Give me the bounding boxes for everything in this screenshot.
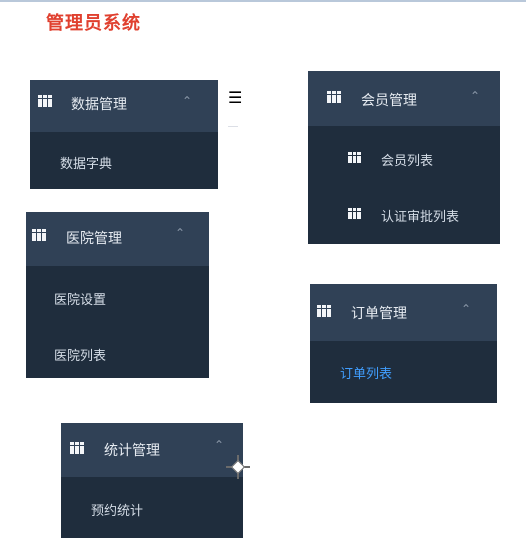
top-border xyxy=(0,0,526,2)
submenu-title-label: 统计管理 xyxy=(104,443,160,459)
panel-order-management: 订单管理 ⌃ 订单列表 xyxy=(310,284,497,403)
panel-data-management: 数据管理 ⌃ 数据字典 xyxy=(30,80,218,189)
chevron-up-icon: ⌃ xyxy=(175,226,186,240)
submenu-title-order-management[interactable]: 订单管理 ⌃ xyxy=(310,284,497,341)
submenu-title-statistics-management[interactable]: 统计管理 ⌃ xyxy=(61,423,243,477)
menu-item-verification-approval-list[interactable]: 认证审批列表 xyxy=(381,206,459,225)
submenu-title-hospital-management[interactable]: 医院管理 ⌃ xyxy=(26,212,209,266)
menu-item-data-dictionary[interactable]: 数据字典 xyxy=(60,153,112,172)
grid-icon xyxy=(70,442,84,454)
grid-icon xyxy=(38,95,52,107)
grid-icon xyxy=(317,305,331,317)
grid-icon xyxy=(327,91,341,103)
submenu-title-data-management[interactable]: 数据管理 ⌃ xyxy=(30,80,218,132)
submenu-title-label: 医院管理 xyxy=(66,231,122,247)
menu-item-hospital-list[interactable]: 医院列表 xyxy=(54,345,106,364)
hamburger-icon[interactable]: ☰ xyxy=(228,84,242,127)
panel-statistics-management: 统计管理 ⌃ 预约统计 xyxy=(61,423,243,538)
submenu-title-label: 订单管理 xyxy=(351,306,407,322)
chevron-up-icon: ⌃ xyxy=(461,302,472,316)
chevron-up-icon: ⌃ xyxy=(214,438,225,452)
submenu-body: 预约统计 xyxy=(61,477,243,538)
panel-hospital-management: 医院管理 ⌃ 医院设置 医院列表 xyxy=(26,212,209,378)
menu-item-member-list[interactable]: 会员列表 xyxy=(381,150,433,169)
grid-icon xyxy=(32,229,46,241)
submenu-body: 会员列表 认证审批列表 xyxy=(308,126,500,244)
submenu-body: 数据字典 xyxy=(30,132,218,189)
move-cursor-icon xyxy=(226,455,250,479)
grid-icon xyxy=(348,208,361,219)
menu-item-order-list[interactable]: 订单列表 xyxy=(340,363,392,382)
chevron-up-icon: ⌃ xyxy=(470,89,481,103)
submenu-title-label: 会员管理 xyxy=(361,93,417,109)
chevron-up-icon: ⌃ xyxy=(182,94,193,108)
submenu-body: 医院设置 医院列表 xyxy=(26,266,209,378)
grid-icon xyxy=(348,152,361,163)
menu-item-appointment-statistics[interactable]: 预约统计 xyxy=(91,500,143,519)
submenu-body: 订单列表 xyxy=(310,341,497,403)
submenu-title-label: 数据管理 xyxy=(71,97,127,113)
page-title: 管理员系统 xyxy=(46,13,141,34)
menu-item-hospital-settings[interactable]: 医院设置 xyxy=(54,289,106,308)
panel-member-management: 会员管理 ⌃ 会员列表 认证审批列表 xyxy=(308,71,500,244)
submenu-title-member-management[interactable]: 会员管理 ⌃ xyxy=(308,71,500,126)
